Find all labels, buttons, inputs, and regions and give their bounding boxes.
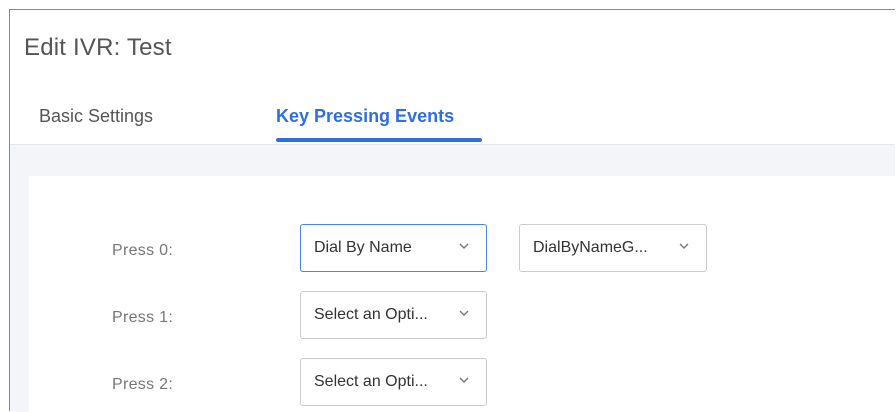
edit-ivr-dialog: Edit IVR: Test Basic Settings Key Pressi… <box>9 9 895 412</box>
press-2-action-value: Select an Opti... <box>314 373 428 390</box>
press-1-action-select[interactable]: Select an Opti... <box>300 291 487 339</box>
tab-key-pressing-events[interactable]: Key Pressing Events <box>276 106 454 127</box>
dialog-title: Edit IVR: Test <box>24 34 172 61</box>
chevron-down-icon <box>679 243 689 249</box>
press-0-action-select[interactable]: Dial By Name <box>300 224 487 272</box>
press-1-label: Press 1: <box>112 309 174 326</box>
chevron-down-icon <box>459 243 469 249</box>
press-2-action-select[interactable]: Select an Opti... <box>300 358 487 406</box>
press-0-target-value: DialByNameG... <box>533 239 648 256</box>
key-events-panel: Press 0: Dial By Name DialByNameG... Pre… <box>29 176 895 412</box>
chevron-down-icon <box>459 377 469 383</box>
press-2-label: Press 2: <box>112 376 174 393</box>
press-1-action-value: Select an Opti... <box>314 306 428 323</box>
press-0-label: Press 0: <box>112 242 174 259</box>
press-0-action-value: Dial By Name <box>314 239 412 256</box>
tab-bar: Basic Settings Key Pressing Events <box>10 100 895 145</box>
tab-basic-settings[interactable]: Basic Settings <box>39 106 153 127</box>
press-0-target-select[interactable]: DialByNameG... <box>519 224 707 272</box>
active-tab-indicator <box>276 138 482 142</box>
chevron-down-icon <box>459 310 469 316</box>
